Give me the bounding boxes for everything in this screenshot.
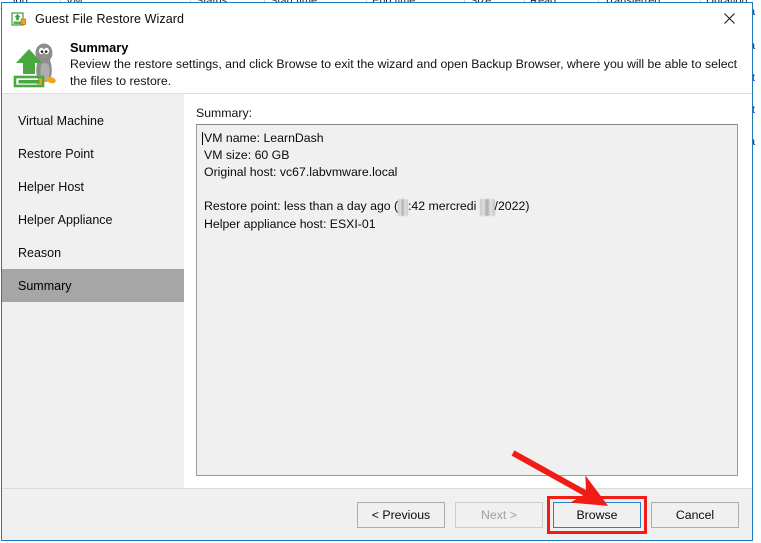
restore-point-suffix: /2022) [494, 199, 530, 213]
summary-label: Summary: [196, 106, 253, 120]
page-description: Review the restore settings, and click B… [70, 57, 738, 88]
restore-point-mid: :42 mercredi [408, 199, 480, 213]
title-bar: Guest File Restore Wizard [2, 3, 752, 34]
summary-line-helper-appliance-host: Helper appliance host: ESXI-01 [204, 217, 376, 231]
summary-line-restore-point: Restore point: less than a day ago ( :42… [201, 198, 733, 216]
next-button: Next > [455, 501, 543, 528]
sidebar-item-label: Virtual Machine [18, 113, 104, 128]
sidebar-item-label: Helper Appliance [18, 212, 113, 227]
sidebar-item-helper-appliance[interactable]: Helper Appliance [2, 203, 184, 236]
page-title: Summary [70, 40, 129, 55]
guest-file-restore-wizard-dialog: Guest File Restore Wizard Summary Review… [1, 2, 753, 541]
summary-panel: Summary: VM name: LearnDash VM size: 60 … [184, 94, 752, 488]
sidebar-item-helper-host[interactable]: Helper Host [2, 170, 184, 203]
summary-line-vm-size: VM size: 60 GB [204, 148, 290, 162]
text-caret [202, 132, 203, 145]
browse-button-wrapper: Browse [547, 495, 647, 534]
sidebar-item-label: Summary [18, 278, 72, 293]
dialog-body: Virtual Machine Restore Point Helper Hos… [2, 94, 752, 488]
linux-penguin-restore-icon [12, 36, 64, 88]
browse-button[interactable]: Browse [553, 501, 641, 528]
sidebar-item-reason[interactable]: Reason [2, 236, 184, 269]
summary-textbox[interactable]: VM name: LearnDash VM size: 60 GB Origin… [196, 124, 738, 476]
close-icon[interactable] [706, 3, 752, 33]
sidebar-item-virtual-machine[interactable]: Virtual Machine [2, 104, 184, 137]
cancel-button[interactable]: Cancel [651, 501, 739, 528]
summary-line-vm-name: VM name: LearnDash [204, 131, 324, 145]
sidebar-item-restore-point[interactable]: Restore Point [2, 137, 184, 170]
restore-wizard-icon [11, 11, 27, 27]
sidebar-item-label: Restore Point [18, 146, 94, 161]
previous-button[interactable]: < Previous [357, 501, 445, 528]
summary-line-blank [201, 181, 733, 198]
sidebar-item-label: Reason [18, 245, 62, 260]
dialog-footer: < Previous Next > Browse Cancel [2, 488, 752, 540]
window-title: Guest File Restore Wizard [35, 11, 185, 26]
wizard-step-sidebar: Virtual Machine Restore Point Helper Hos… [2, 94, 184, 488]
sidebar-item-label: Helper Host [18, 179, 84, 194]
redacted-date [479, 199, 495, 216]
redacted-time [398, 199, 408, 216]
sidebar-item-summary[interactable]: Summary [2, 269, 184, 302]
restore-point-prefix: Restore point: less than a day ago ( [204, 199, 399, 213]
summary-line-original-host: Original host: vc67.labvmware.local [204, 165, 398, 179]
wizard-header: Summary Review the restore settings, and… [2, 34, 752, 94]
